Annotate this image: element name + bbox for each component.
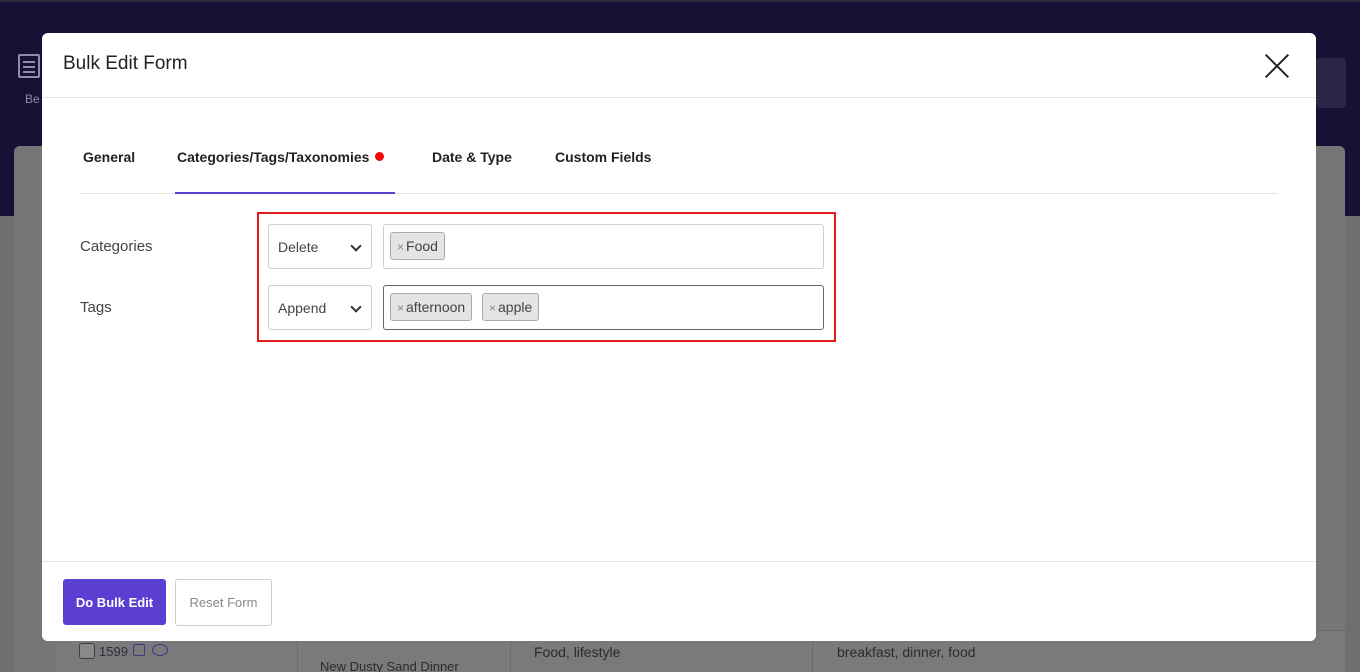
edit-icon: [133, 644, 145, 656]
tab-label: Custom Fields: [555, 149, 652, 165]
category-chip[interactable]: × Food: [390, 232, 445, 260]
reset-form-button[interactable]: Reset Form: [175, 579, 272, 626]
background-header-button: [1316, 58, 1346, 108]
close-icon[interactable]: [1264, 53, 1290, 79]
tags-tag-input[interactable]: × afternoon × apple: [383, 285, 824, 330]
row-id: 1599: [99, 644, 128, 659]
select-value: Delete: [278, 239, 319, 255]
tag-chip[interactable]: × afternoon: [390, 293, 473, 321]
modal-title: Bulk Edit Form: [63, 53, 188, 74]
tab-date-type[interactable]: Date & Type: [432, 133, 512, 194]
background-icon-label: Be: [25, 92, 40, 106]
chip-label: afternoon: [406, 299, 466, 315]
row-title: New Dusty Sand Dinner: [320, 659, 459, 672]
remove-x-icon[interactable]: ×: [489, 301, 496, 315]
row-checkbox: [79, 643, 95, 659]
chip-label: Food: [406, 238, 438, 254]
categories-label: Categories: [80, 238, 153, 255]
tab-bar: General Categories/Tags/Taxonomies Date …: [80, 133, 1278, 194]
modal-header: Bulk Edit Form: [42, 33, 1316, 98]
editor-icon: [18, 54, 40, 78]
tab-label: Date & Type: [432, 149, 512, 165]
tab-custom-fields[interactable]: Custom Fields: [555, 133, 651, 194]
modal-footer: Do Bulk Edit Reset Form: [42, 561, 1316, 641]
chip-label: apple: [498, 299, 533, 315]
chevron-down-icon: [350, 240, 362, 252]
select-value: Append: [278, 300, 327, 316]
tab-label: General: [83, 149, 136, 165]
tag-chip[interactable]: × apple: [482, 293, 540, 321]
do-bulk-edit-button[interactable]: Do Bulk Edit: [63, 579, 166, 625]
eye-icon: [152, 644, 168, 656]
tags-action-select[interactable]: Append: [268, 285, 372, 330]
tab-categories-tags-taxonomies[interactable]: Categories/Tags/Taxonomies: [175, 133, 395, 194]
categories-action-select[interactable]: Delete: [268, 224, 372, 269]
highlight-annotation: Delete × Food Append × afternoon × apple: [257, 212, 836, 342]
remove-x-icon[interactable]: ×: [397, 301, 404, 315]
bulk-edit-modal: Bulk Edit Form General Categories/Tags/T…: [42, 33, 1316, 641]
row-tags: breakfast, dinner, food: [837, 644, 976, 660]
changed-indicator-dot: [375, 152, 385, 161]
remove-x-icon[interactable]: ×: [397, 240, 404, 254]
tab-label: Categories/Tags/Taxonomies: [177, 149, 370, 165]
chevron-down-icon: [350, 301, 362, 313]
tab-general[interactable]: General: [83, 133, 135, 194]
row-categories: Food, lifestyle: [534, 644, 621, 660]
tags-label: Tags: [80, 299, 112, 316]
categories-tag-input[interactable]: × Food: [383, 224, 824, 269]
